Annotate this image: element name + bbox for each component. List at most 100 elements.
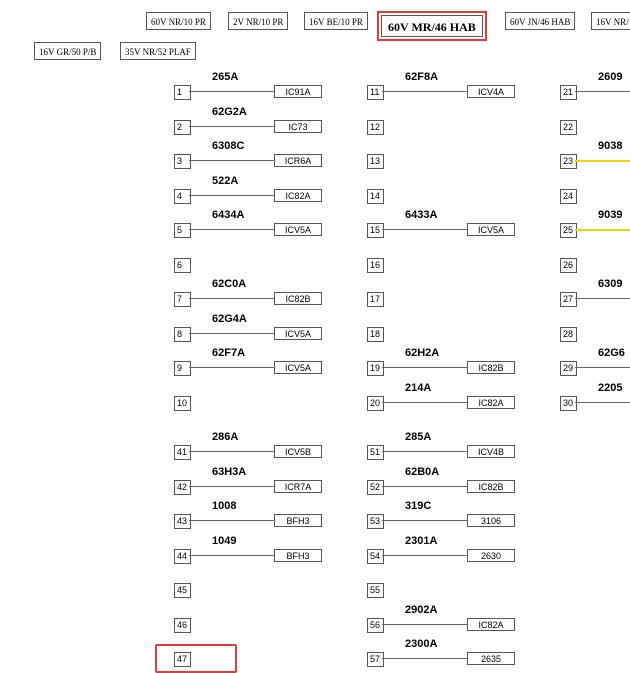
slot-10[interactable]: 10 [174,396,191,411]
circuit-label-23: 9038 [598,140,623,152]
circuit-label-41: 286A [212,431,239,443]
slot-27[interactable]: 27 [560,292,577,307]
tab-16v-nr[interactable]: 16V NR/ [591,12,630,30]
destination-56[interactable]: IC82A [467,618,515,631]
slot-11[interactable]: 11 [367,85,384,100]
slot-56[interactable]: 56 [367,618,384,633]
wire-23 [575,160,630,162]
circuit-label-27: 6309 [598,278,623,290]
tab-60v-nr-10-pr[interactable]: 60V NR/10 PR [146,12,211,30]
destination-57[interactable]: 2635 [467,652,515,665]
slot-18[interactable]: 18 [367,327,384,342]
slot-14[interactable]: 14 [367,189,384,204]
tab-2v-nr-10-pr[interactable]: 2V NR/10 PR [228,12,289,30]
tab-60v-jn-46-hab[interactable]: 60V JN/46 HAB [505,12,576,30]
circuit-label-43: 1008 [212,500,237,512]
destination-1[interactable]: IC91A [274,85,322,98]
circuit-label-21: 2609 [598,71,623,83]
slot-17[interactable]: 17 [367,292,384,307]
slot-12[interactable]: 12 [367,120,384,135]
circuit-label-5: 6434A [212,209,245,221]
slot-19[interactable]: 19 [367,361,384,376]
slot-9[interactable]: 9 [174,361,191,376]
destination-3[interactable]: ICR6A [274,154,322,167]
circuit-label-44: 1049 [212,535,237,547]
wire-25 [575,229,630,231]
slot-8[interactable]: 8 [174,327,191,342]
destination-19[interactable]: IC82B [467,361,515,374]
slot-45[interactable]: 45 [174,583,191,598]
slot-7[interactable]: 7 [174,292,191,307]
slot-53[interactable]: 53 [367,514,384,529]
circuit-label-42: 63H3A [212,466,247,478]
slot-22[interactable]: 22 [560,120,577,135]
destination-8[interactable]: ICV5A [274,327,322,340]
slot-57[interactable]: 57 [367,652,384,667]
slot-1[interactable]: 1 [174,85,191,100]
slot-4[interactable]: 4 [174,189,191,204]
slot-42[interactable]: 42 [174,480,191,495]
slot-44[interactable]: 44 [174,549,191,564]
tab-60v-mr-46-hab[interactable]: 60V MR/46 HAB [377,11,487,41]
circuit-label-11: 62F8A [405,71,439,83]
circuit-label-29: 62G6 [598,347,625,359]
circuit-label-9: 62F7A [212,347,246,359]
destination-43[interactable]: BFH3 [274,514,322,527]
destination-4[interactable]: IC82A [274,189,322,202]
slot-30[interactable]: 30 [560,396,577,411]
slot-2[interactable]: 2 [174,120,191,135]
destination-53[interactable]: 3106 [467,514,515,527]
slot-6[interactable]: 6 [174,258,191,273]
circuit-label-51: 285A [405,431,432,443]
destination-15[interactable]: ICV5A [467,223,515,236]
circuit-label-25: 9039 [598,209,623,221]
wire-21 [575,91,630,92]
slot-24[interactable]: 24 [560,189,577,204]
slot-46[interactable]: 46 [174,618,191,633]
slot-52[interactable]: 52 [367,480,384,495]
destination-5[interactable]: ICV5A [274,223,322,236]
tab-16v-be-10-pr[interactable]: 16V BE/10 PR [304,12,368,30]
slot-54[interactable]: 54 [367,549,384,564]
slot-16[interactable]: 16 [367,258,384,273]
slot-20[interactable]: 20 [367,396,384,411]
circuit-label-53: 319C [405,500,432,512]
slot-41[interactable]: 41 [174,445,191,460]
highlight-box [155,644,237,673]
circuit-label-2: 62G2A [212,106,247,118]
destination-51[interactable]: ICV4B [467,445,515,458]
slot-5[interactable]: 5 [174,223,191,238]
circuit-label-56: 2902A [405,604,438,616]
circuit-label-7: 62C0A [212,278,247,290]
circuit-label-19: 62H2A [405,347,440,359]
destination-42[interactable]: ICR7A [274,480,322,493]
slot-51[interactable]: 51 [367,445,384,460]
destination-2[interactable]: IC73 [274,120,322,133]
slot-21[interactable]: 21 [560,85,577,100]
circuit-label-1: 265A [212,71,239,83]
slot-29[interactable]: 29 [560,361,577,376]
slot-26[interactable]: 26 [560,258,577,273]
destination-20[interactable]: IC82A [467,396,515,409]
tab-35v-nr-52-plaf[interactable]: 35V NR/52 PLAF [120,42,196,60]
destination-44[interactable]: BFH3 [274,549,322,562]
destination-54[interactable]: 2630 [467,549,515,562]
slot-15[interactable]: 15 [367,223,384,238]
circuit-label-8: 62G4A [212,313,247,325]
slot-3[interactable]: 3 [174,154,191,169]
circuit-label-20: 214A [405,382,432,394]
destination-41[interactable]: ICV5B [274,445,322,458]
circuit-label-30: 2205 [598,382,623,394]
tab-16v-gr-50-p-b[interactable]: 16V GR/50 P/B [34,42,102,60]
destination-7[interactable]: IC82B [274,292,322,305]
destination-9[interactable]: ICV5A [274,361,322,374]
slot-55[interactable]: 55 [367,583,384,598]
destination-11[interactable]: ICV4A [467,85,515,98]
slot-28[interactable]: 28 [560,327,577,342]
wire-27 [575,298,630,299]
slot-43[interactable]: 43 [174,514,191,529]
circuit-label-15: 6433A [405,209,438,221]
slot-47[interactable]: 47 [174,652,191,667]
slot-13[interactable]: 13 [367,154,384,169]
destination-52[interactable]: IC82B [467,480,515,493]
